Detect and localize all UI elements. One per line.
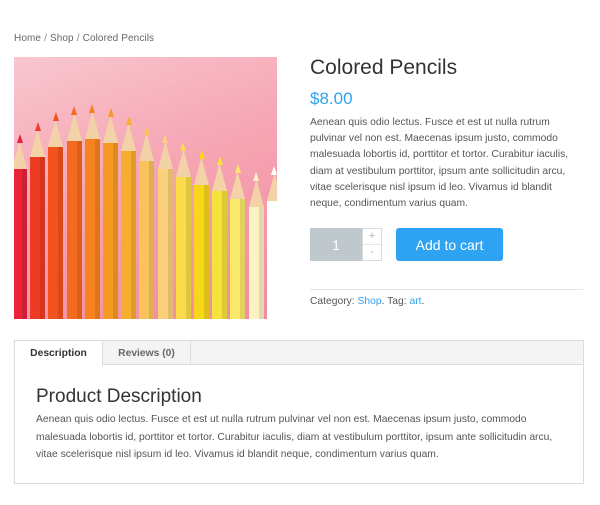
quantity-stepper: 1 + -: [310, 228, 382, 261]
pencil: [157, 134, 173, 319]
quantity-increase-button[interactable]: +: [363, 229, 381, 245]
meta-divider: [310, 289, 583, 290]
pencil: [14, 134, 27, 319]
category-label: Category:: [310, 296, 355, 307]
pencil: [212, 156, 228, 319]
product-price: $8.00: [310, 89, 353, 108]
tab-reviews[interactable]: Reviews (0): [103, 341, 191, 365]
product-title: Colored Pencils: [310, 56, 458, 79]
pencil: [248, 172, 264, 319]
tab-description[interactable]: Description: [15, 341, 103, 366]
pencil: [175, 142, 191, 319]
product-tabs: Description Reviews (0) Product Descript…: [14, 340, 584, 484]
pencil: [30, 122, 46, 319]
quantity-input[interactable]: 1: [310, 228, 362, 261]
product-meta: Category: Shop. Tag: art.: [310, 296, 424, 307]
pencil: [66, 106, 82, 319]
add-to-cart-button[interactable]: Add to cart: [396, 228, 503, 261]
tab-bar: Description Reviews (0): [15, 341, 583, 366]
breadcrumb-separator: /: [76, 33, 80, 44]
tag-label: Tag:: [387, 296, 407, 307]
product-image[interactable]: [14, 57, 277, 319]
breadcrumb-home-link[interactable]: Home: [14, 33, 41, 44]
breadcrumb: Home / Shop / Colored Pencils: [14, 33, 154, 44]
quantity-decrease-button[interactable]: -: [363, 245, 381, 261]
pencil: [48, 112, 64, 319]
quantity-buttons: + -: [362, 228, 382, 261]
description-panel-text: Aenean quis odio lectus. Fusce et est ut…: [36, 414, 553, 460]
pencil: [230, 164, 246, 319]
tag-link[interactable]: art: [409, 296, 421, 307]
pencil: [84, 104, 100, 319]
breadcrumb-separator: /: [44, 33, 47, 44]
pencil: [139, 126, 155, 319]
pencil: [266, 166, 277, 319]
pencil: [121, 116, 137, 319]
product-short-description: Aenean quis odio lectus. Fusce et est ut…: [310, 117, 569, 210]
pencil: [103, 108, 118, 319]
breadcrumb-shop-link[interactable]: Shop: [50, 33, 74, 44]
pencil: [194, 150, 209, 319]
description-panel-title: Product Description: [36, 386, 202, 407]
breadcrumb-current: Colored Pencils: [82, 33, 155, 44]
category-link[interactable]: Shop: [358, 296, 382, 307]
meta-period: .: [421, 296, 425, 307]
